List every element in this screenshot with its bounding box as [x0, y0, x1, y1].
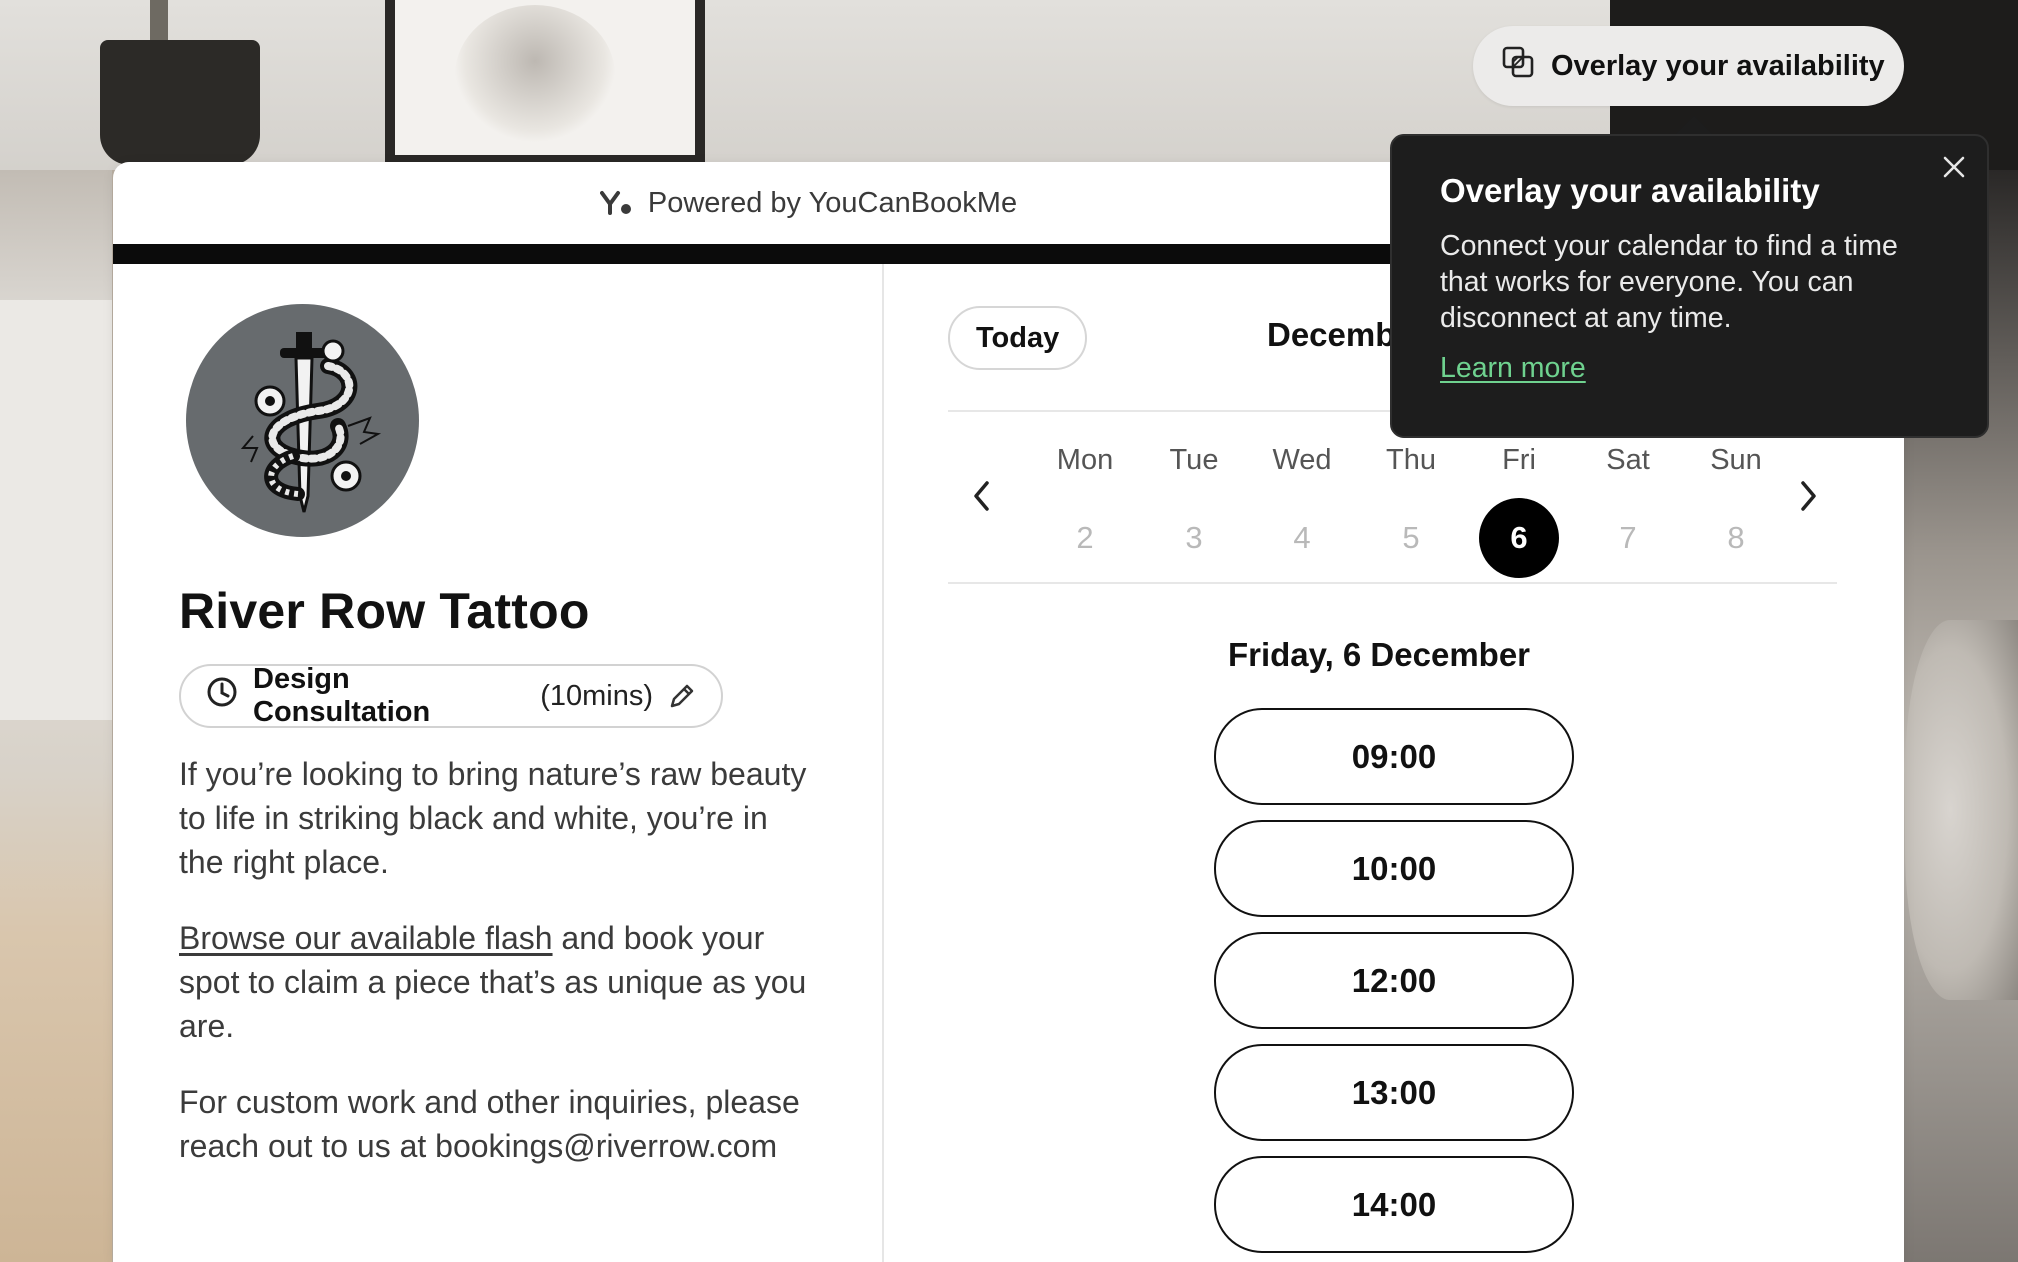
day-name: Thu [1386, 444, 1436, 476]
day-number: 2 [1076, 520, 1094, 555]
day-number: 6 [1479, 498, 1559, 578]
event-title: Design Consultation [253, 663, 431, 728]
day-name: Tue [1169, 444, 1219, 476]
popover-body: Connect your calendar to find a time tha… [1440, 230, 1898, 334]
selected-date-heading: Friday, 6 December [1227, 636, 1531, 673]
popover-title: Overlay your availability [1440, 172, 1820, 209]
description-paragraph-3: For custom work and other inquiries, ple… [179, 1084, 800, 1164]
close-icon[interactable] [1937, 150, 1971, 184]
snake-dagger-logo-icon [240, 331, 381, 512]
day-number: 8 [1727, 520, 1745, 555]
calendar-divider-bottom [948, 582, 1837, 584]
learn-more-link[interactable]: Learn more [1440, 352, 1586, 385]
day-number: 5 [1402, 520, 1420, 555]
background-plant-pot [100, 40, 260, 165]
event-type-pill[interactable]: Design Consultation (10mins) [179, 663, 723, 728]
description-paragraph-2: Browse our available flash and book your… [179, 916, 809, 1048]
day-wed[interactable]: Wed 4 [1262, 444, 1342, 578]
powered-by-text: Powered by YouCanBookMe [647, 186, 1018, 219]
description-paragraph-1: If you’re looking to bring nature’s raw … [179, 756, 807, 880]
business-name: River Row Tattoo [179, 583, 590, 639]
day-number: 3 [1185, 520, 1203, 555]
popover-pointer [1674, 116, 1714, 136]
overlay-availability-label: Overlay your availability [1551, 49, 1885, 82]
background-vase [1905, 620, 2018, 1000]
prev-week-button[interactable] [962, 476, 1002, 516]
chevron-right-icon [1801, 481, 1816, 511]
day-name: Wed [1272, 444, 1332, 476]
day-name: Fri [1502, 444, 1536, 476]
background-art-frame [385, 0, 705, 165]
time-slot-button[interactable]: 13:00 [1214, 1044, 1574, 1141]
day-number: 7 [1619, 520, 1637, 555]
day-tue[interactable]: Tue 3 [1154, 444, 1234, 578]
day-number: 4 [1293, 520, 1311, 555]
time-slot-button[interactable]: 10:00 [1214, 820, 1574, 917]
day-name: Sun [1710, 444, 1762, 476]
youcanbookme-logo-icon [599, 190, 634, 216]
today-button[interactable]: Today [948, 306, 1088, 370]
overlay-availability-button[interactable]: Overlay your availability [1473, 26, 1904, 106]
browse-flash-link[interactable]: Browse our available flash [179, 920, 553, 956]
day-name: Sat [1606, 444, 1650, 476]
month-label: Decemb [1267, 316, 1396, 353]
overlay-squares-icon [1501, 45, 1535, 87]
overlay-info-popover: Overlay your availability Connect your c… [1390, 134, 1989, 438]
day-sat[interactable]: Sat 7 [1588, 444, 1668, 578]
time-slot-button[interactable]: 09:00 [1214, 708, 1574, 805]
day-fri-selected[interactable]: Fri 6 [1479, 444, 1559, 578]
day-thu[interactable]: Thu 5 [1371, 444, 1451, 578]
background-plant-stem [150, 0, 168, 40]
background-sketch-board [0, 300, 112, 720]
day-sun[interactable]: Sun 8 [1696, 444, 1776, 578]
next-week-button[interactable] [1788, 476, 1828, 516]
profile-panel: River Row Tattoo Design Consultation (10… [113, 264, 884, 1262]
time-slot-button[interactable]: 14:00 [1214, 1156, 1574, 1253]
time-slot-button[interactable]: 12:00 [1214, 932, 1574, 1029]
avatar [186, 304, 419, 537]
event-duration: (10mins) [540, 679, 653, 712]
day-name: Mon [1056, 444, 1114, 476]
clock-icon [205, 675, 239, 717]
pencil-icon[interactable] [667, 681, 697, 711]
chevron-left-icon [974, 481, 989, 511]
day-mon[interactable]: Mon 2 [1045, 444, 1125, 578]
